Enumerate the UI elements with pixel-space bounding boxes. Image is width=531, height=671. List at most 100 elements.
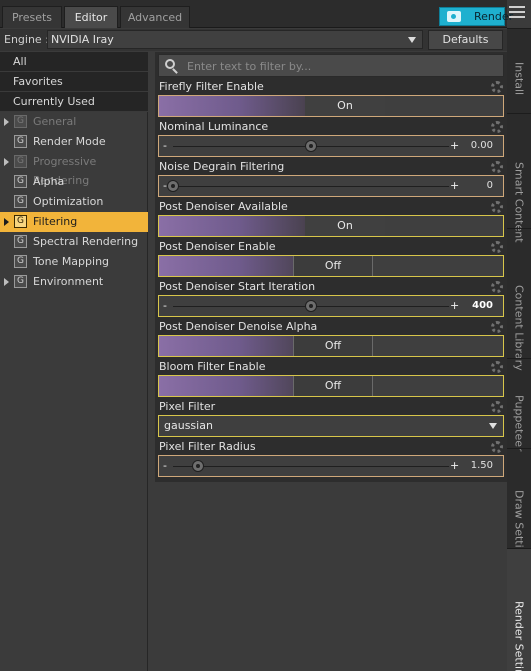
gear-icon[interactable] [491,201,503,213]
sidebar-item-optimization[interactable]: G Optimization [0,192,148,212]
right-tab-puppeteer[interactable]: Puppeteer [507,358,531,452]
plus-icon[interactable]: + [450,459,459,472]
gear-icon[interactable] [491,161,503,173]
toggle-gradient [159,376,305,396]
sidebar-item-progressive-rendering[interactable]: G Progressive Rendering [0,152,148,187]
sidebar-item-environment[interactable]: G Environment [0,272,148,292]
sidebar-item-general[interactable]: G General [0,112,148,132]
right-tab-label: Draw Settings [512,489,526,567]
slider-control[interactable]: - +0.00 [158,135,504,157]
toggle-control[interactable]: Off [158,375,504,397]
tab-advanced[interactable]: Advanced [120,6,190,28]
toggle-control[interactable]: On [158,95,504,117]
property-post-denoiser-available: Post Denoiser Available On [158,200,504,240]
slider-knob[interactable] [305,300,317,312]
right-tab-label: Smart Content [512,162,526,243]
sidebar-item-currently-used[interactable]: Currently Used [0,92,148,112]
toggle-value[interactable]: Off [293,256,373,276]
filter-input[interactable] [187,58,497,74]
gear-icon[interactable] [491,81,503,93]
right-tab-install[interactable]: Install [507,28,531,113]
slider-knob[interactable] [191,460,204,472]
tab-presets[interactable]: Presets [2,6,62,28]
expand-arrow-icon[interactable] [4,218,9,226]
plus-icon[interactable]: + [450,139,459,152]
toggle-gradient [159,216,305,236]
panel-menu-icon[interactable] [509,6,525,20]
slider-track[interactable] [173,466,449,467]
property-label: Post Denoiser Enable [159,240,276,253]
gear-icon[interactable] [491,121,503,133]
chevron-down-icon [489,423,497,429]
gear-icon[interactable] [491,281,503,293]
toggle-value[interactable]: Off [293,376,373,396]
sidebar-item-alpha[interactable]: G Alpha [0,172,148,192]
group-sidebar: All Favorites Currently Used G General G Re… [0,52,148,671]
expand-arrow-icon[interactable] [4,118,9,126]
gear-icon[interactable] [491,401,503,413]
slider-knob[interactable] [305,140,317,152]
camera-icon [447,11,461,22]
minus-icon[interactable]: - [163,139,167,152]
right-tab-label: Content Library [512,284,526,371]
right-tab-content-library[interactable]: Content Library [507,228,531,371]
toggle-control[interactable]: On [158,215,504,237]
gear-icon[interactable] [491,321,503,333]
sidebar-item-filtering[interactable]: G Filtering [0,212,148,232]
plus-icon[interactable]: + [450,179,459,192]
property-post-denoiser-enable: Post Denoiser Enable Off [158,240,504,280]
sidebar-item-label: Environment [33,275,104,288]
minus-icon[interactable]: - [163,299,167,312]
slider-control[interactable]: - +0 [158,175,504,197]
engine-select[interactable]: NVIDIA Iray [47,30,423,49]
right-tab-strip: Install Smart Content Content Library Puppe… [507,28,531,671]
select-value: gaussian [164,419,213,432]
gear-icon[interactable] [491,361,503,373]
group-icon: G [14,155,27,168]
right-tab-draw-settings[interactable]: Draw Settings [507,448,531,567]
sidebar-item-all[interactable]: All [0,52,148,72]
minus-icon[interactable]: - [163,459,167,472]
sidebar-item-label: Alpha [33,175,65,188]
expand-arrow-icon[interactable] [4,278,9,286]
property-post-denoiser-start-iteration: Post Denoiser Start Iteration - +400 [158,280,504,320]
engine-label: Engine : [4,33,49,46]
sidebar-item-label: Tone Mapping [33,255,110,268]
sidebar-item-spectral-rendering[interactable]: G Spectral Rendering [0,232,148,252]
sidebar-item-favorites[interactable]: Favorites [0,72,148,92]
property-label: Post Denoiser Start Iteration [159,280,316,293]
gear-icon[interactable] [491,241,503,253]
slider-value[interactable]: 1.50 [471,460,493,471]
plus-icon[interactable]: + [450,299,459,312]
engine-value: NVIDIA Iray [51,33,114,46]
render-button[interactable]: Render [439,7,513,26]
toggle-value[interactable]: Off [293,336,373,356]
slider-control[interactable]: - +400 [158,295,504,317]
tab-editor[interactable]: Editor [64,6,118,28]
slider-value[interactable]: 0.00 [471,140,493,151]
right-tab-label: Puppeteer [512,394,526,452]
property-pixel-filter-radius: Pixel Filter Radius - +1.50 [158,440,504,480]
property-label: Pixel Filter [159,400,216,413]
property-label: Post Denoiser Available [159,200,288,213]
pixel-filter-select[interactable]: gaussian [158,415,504,437]
defaults-button[interactable]: Defaults [428,30,503,50]
property-label: Pixel Filter Radius [159,440,256,453]
sidebar-item-render-mode[interactable]: G Render Mode [0,132,148,152]
toggle-value[interactable]: On [305,96,385,116]
toggle-control[interactable]: Off [158,335,504,357]
slider-value[interactable]: 400 [472,300,493,311]
gear-icon[interactable] [491,441,503,453]
toggle-control[interactable]: Off [158,255,504,277]
slider-control[interactable]: - +1.50 [158,455,504,477]
expand-arrow-icon[interactable] [4,158,9,166]
search-icon[interactable] [163,58,179,74]
sidebar-item-tone-mapping[interactable]: G Tone Mapping [0,252,148,272]
sidebar-item-label: Optimization [33,195,104,208]
toggle-value[interactable]: On [305,216,385,236]
slider-knob[interactable] [167,180,179,192]
slider-value[interactable]: 0 [487,180,493,191]
slider-track[interactable] [173,186,449,187]
right-tab-render-settings[interactable]: Render Settings [507,548,531,671]
right-tab-smart-content[interactable]: Smart Content [507,113,531,243]
